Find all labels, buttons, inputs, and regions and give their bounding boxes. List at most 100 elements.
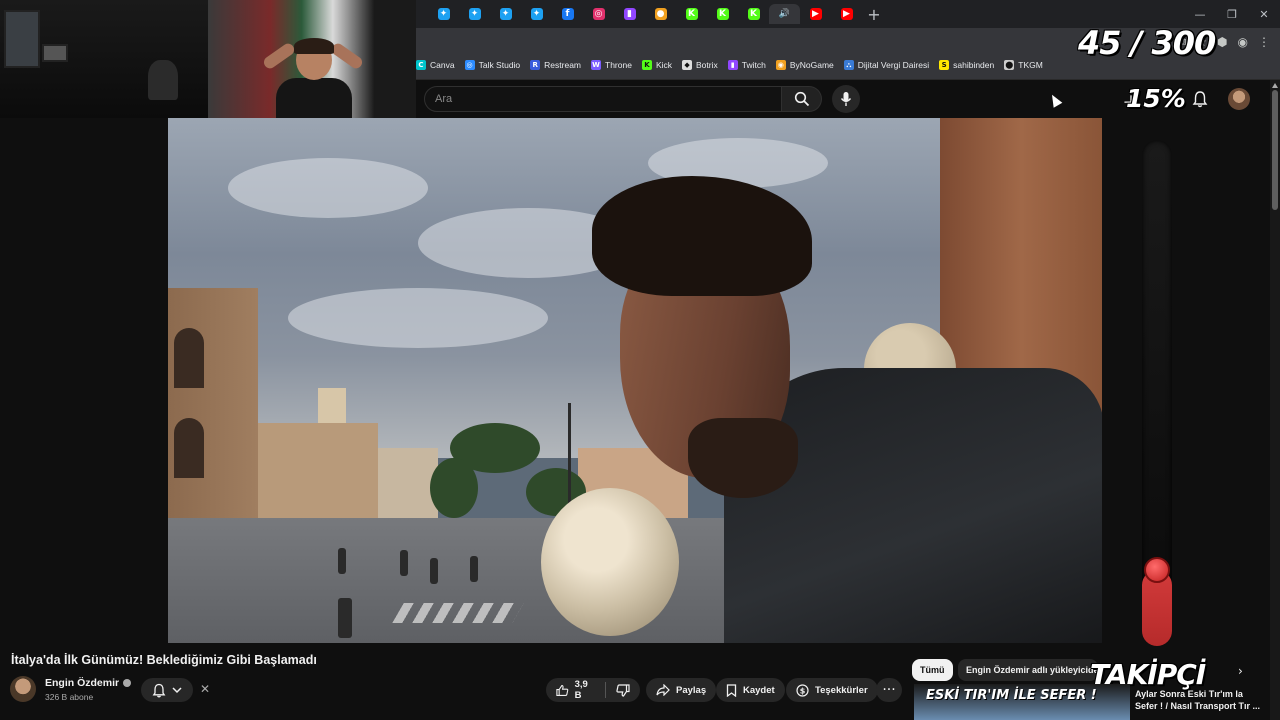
tab-list: ✦ ✦ ✦ ✦ f ◎ ▮ ● K K K 🔊 ▶ ▶ + xyxy=(428,4,886,24)
close-window-button[interactable]: ✕ xyxy=(1248,4,1280,24)
browser-tab[interactable]: K xyxy=(707,4,738,24)
profile-icon[interactable]: ◉ xyxy=(1238,35,1248,49)
bookmark-favicon-icon: ◆ xyxy=(682,60,693,70)
extensions-icon[interactable]: ⬢ xyxy=(1217,35,1227,49)
chip-uploader[interactable]: Engin Özdemir adlı yükleyiciden xyxy=(958,659,1098,681)
voice-search-button[interactable] xyxy=(832,85,860,113)
monitor-image xyxy=(42,44,68,62)
video-title: İtalya'da İlk Günümüz! Beklediğimiz Gibi… xyxy=(11,653,317,667)
bookmark-item[interactable]: ◉ ByNoGame xyxy=(775,60,834,70)
browser-tab[interactable]: K xyxy=(676,4,707,24)
search-box xyxy=(424,86,782,112)
bookmark-label: sahibinden xyxy=(953,60,995,70)
search-input[interactable] xyxy=(435,93,781,105)
pedestrian xyxy=(338,548,346,574)
bookmark-favicon-icon: S xyxy=(939,60,950,70)
page-scrollbar[interactable] xyxy=(1270,80,1280,720)
stone-sphere xyxy=(541,488,679,636)
building xyxy=(378,448,438,528)
bookmark-item[interactable]: ▮ Twitch xyxy=(727,60,766,70)
speaker-icon: 🔊 xyxy=(778,9,791,19)
new-tab-button[interactable]: + xyxy=(862,4,886,24)
bookmark-item[interactable]: R Restream xyxy=(530,60,581,70)
bookmark-label: Canva xyxy=(430,60,455,70)
star-icon: ✦ xyxy=(437,8,450,20)
bookmark-item[interactable]: ◎ Talk Studio xyxy=(464,60,520,70)
minimize-button[interactable]: — xyxy=(1184,4,1216,24)
browser-tab[interactable]: 🔊 xyxy=(769,4,800,24)
crosswalk xyxy=(392,603,524,623)
account-avatar[interactable] xyxy=(1228,88,1250,110)
video-player[interactable] xyxy=(168,118,1102,643)
dismiss-icon[interactable]: ✕ xyxy=(200,682,210,696)
browser-tab[interactable]: ◎ xyxy=(583,4,614,24)
bookmark-item[interactable]: Ssahibinden xyxy=(939,60,994,70)
channel-avatar[interactable] xyxy=(10,676,36,702)
chip-all[interactable]: Tümü xyxy=(912,659,953,681)
bookmark-label: Throne xyxy=(605,60,632,70)
bookmark-favicon-icon: ◉ xyxy=(775,60,786,70)
facebook-icon: f xyxy=(561,8,574,20)
arch xyxy=(174,328,204,388)
bookmark-item[interactable]: W Throne xyxy=(591,60,632,70)
browser-tab[interactable]: f xyxy=(552,4,583,24)
browser-tab[interactable]: ▮ xyxy=(614,4,645,24)
restore-button[interactable]: ❐ xyxy=(1216,4,1248,24)
browser-tab[interactable]: K xyxy=(738,4,769,24)
bookmark-favicon-icon: ⛬ xyxy=(843,60,854,70)
pedestrian xyxy=(430,558,438,584)
heart-dollar-icon: $ xyxy=(796,683,809,697)
browser-tab[interactable]: ● xyxy=(645,4,676,24)
verified-badge-icon xyxy=(123,679,132,687)
like-count: 3,9 B xyxy=(574,679,588,701)
notifications-bell-icon[interactable] xyxy=(1192,90,1208,113)
browser-tab[interactable]: ▶ xyxy=(800,4,831,24)
save-label: Kaydet xyxy=(743,684,775,696)
pedestrian xyxy=(400,550,408,576)
browser-tab[interactable]: ▶ xyxy=(831,4,862,24)
more-actions-button[interactable]: ··· xyxy=(876,678,902,702)
microphone-icon xyxy=(840,92,852,106)
related-video-title[interactable]: Aylar Sonra Eski Tır'ım la Sefer ! / Nas… xyxy=(1135,688,1265,712)
save-button[interactable]: Kaydet xyxy=(716,678,785,702)
search-button[interactable] xyxy=(782,86,822,112)
thanks-button[interactable]: $ Teşekkürler xyxy=(786,678,878,702)
browser-tab[interactable]: ✦ xyxy=(459,4,490,24)
instagram-icon: ◎ xyxy=(592,8,605,20)
window-controls: — ❐ ✕ xyxy=(1184,4,1280,24)
scroll-up-arrow-icon[interactable] xyxy=(1272,83,1278,88)
subscription-bell-button[interactable] xyxy=(141,678,193,702)
share-arrow-icon xyxy=(656,684,670,696)
bookmark-item[interactable]: K Kick xyxy=(641,60,672,70)
share-button[interactable]: Paylaş xyxy=(646,678,717,702)
bookmark-favicon-icon: W xyxy=(591,60,602,70)
cloud xyxy=(288,288,548,348)
bookmark-favicon-icon: C xyxy=(416,60,426,70)
chevron-down-icon xyxy=(172,686,182,693)
related-video-thumbnail[interactable]: ESKİ TIR'IM İLE SEFER ! xyxy=(914,684,1130,720)
pedestrian xyxy=(470,556,478,582)
monitor-image xyxy=(4,10,40,68)
twitch-icon: ▮ xyxy=(623,8,636,20)
bookmark-item[interactable]: C Canva xyxy=(416,60,455,70)
browser-menu-icon[interactable]: ⋮ xyxy=(1258,35,1270,49)
chevron-right-icon[interactable]: › xyxy=(1238,664,1243,678)
browser-tab[interactable]: ✦ xyxy=(490,4,521,24)
browser-tab[interactable]: ✦ xyxy=(428,4,459,24)
bookmark-item[interactable]: ⬤ TKGM xyxy=(1004,60,1043,70)
thumbs-up-icon xyxy=(556,684,569,696)
person-image xyxy=(148,60,178,100)
streamer-hair xyxy=(294,38,334,54)
channel-name[interactable]: Engin Özdemir xyxy=(45,677,119,689)
search-icon xyxy=(794,91,809,107)
dislike-button[interactable] xyxy=(606,678,640,702)
bookmark-item[interactable]: ◆ Botrix xyxy=(682,60,718,70)
bynogame-icon: ● xyxy=(654,8,667,20)
like-button[interactable]: 3,9 B xyxy=(546,678,605,702)
channel-name-row[interactable]: Engin Özdemir xyxy=(45,677,132,689)
bookmark-item[interactable]: ⛬ Dijital Vergi Dairesi xyxy=(843,60,929,70)
browser-tab[interactable]: ✦ xyxy=(521,4,552,24)
goal-meter-knob xyxy=(1144,557,1170,583)
bookmark-favicon-icon: R xyxy=(530,60,541,70)
scrollbar-thumb[interactable] xyxy=(1272,90,1278,210)
